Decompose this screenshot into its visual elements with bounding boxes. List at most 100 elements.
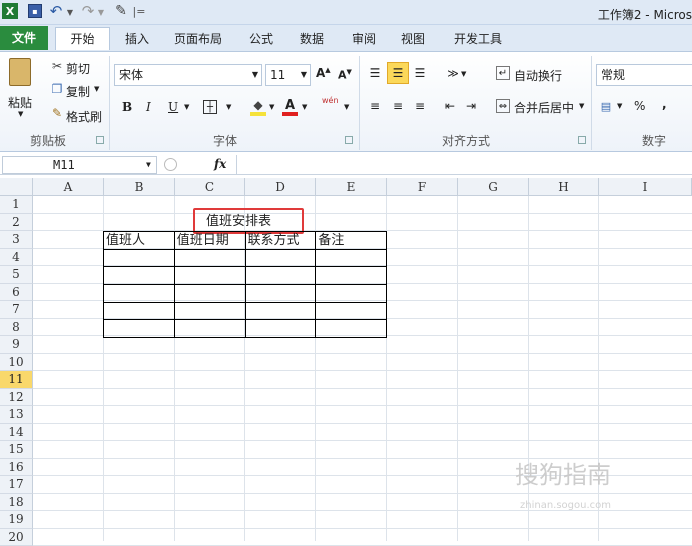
dropdown-arrow-icon[interactable]: ▼: [97, 4, 105, 20]
cancel-circle-icon[interactable]: [164, 158, 177, 171]
column-header-a[interactable]: A: [33, 178, 104, 196]
increase-font-icon[interactable]: A▲: [316, 66, 331, 80]
dropdown-arrow-icon[interactable]: ▼: [66, 4, 74, 20]
table-cell[interactable]: [245, 249, 316, 267]
column-header-g[interactable]: G: [458, 178, 529, 196]
tab-file[interactable]: 文件: [0, 26, 48, 50]
accounting-format-icon[interactable]: ▤: [598, 99, 614, 113]
tab-developer[interactable]: 开发工具: [446, 28, 510, 51]
table-cell[interactable]: [104, 249, 175, 267]
table-cell[interactable]: [245, 284, 316, 302]
underline-button[interactable]: U: [168, 100, 178, 114]
insert-function-icon[interactable]: fx: [214, 157, 226, 171]
merge-center-icon[interactable]: ⇔: [496, 99, 510, 113]
align-left-icon[interactable]: ≡: [368, 99, 382, 113]
header-cell[interactable]: 联系方式: [245, 232, 316, 250]
bold-button[interactable]: B: [122, 100, 132, 114]
row-header[interactable]: 5: [0, 266, 33, 284]
wrap-text-button[interactable]: 自动换行: [514, 67, 562, 84]
dropdown-arrow-icon[interactable]: ▼: [18, 110, 23, 118]
header-cell[interactable]: 值班人: [104, 232, 175, 250]
table-cell[interactable]: [104, 284, 175, 302]
column-header-c[interactable]: C: [175, 178, 245, 196]
dropdown-arrow-icon[interactable]: ▼: [269, 103, 274, 111]
column-header-b[interactable]: B: [104, 178, 175, 196]
borders-icon[interactable]: ┼: [203, 100, 217, 114]
row-header[interactable]: 19: [0, 511, 33, 529]
select-all-corner[interactable]: [0, 178, 33, 196]
dropdown-arrow-icon[interactable]: ▼: [579, 102, 584, 110]
cut-button[interactable]: 剪切: [66, 60, 90, 77]
wrap-text-icon[interactable]: ↵: [496, 66, 510, 80]
row-header[interactable]: 1: [0, 196, 33, 214]
table-cell[interactable]: [174, 284, 245, 302]
table-cell[interactable]: [316, 302, 387, 320]
paste-button[interactable]: 粘贴: [8, 94, 32, 111]
comma-button[interactable]: ,: [662, 97, 667, 111]
column-header-d[interactable]: D: [245, 178, 316, 196]
tab-formulas[interactable]: 公式: [241, 28, 281, 51]
font-size-select[interactable]: 11▼: [265, 64, 311, 86]
row-header[interactable]: 11: [0, 371, 33, 389]
row-header[interactable]: 13: [0, 406, 33, 424]
dropdown-arrow-icon[interactable]: ▼: [226, 103, 231, 111]
dropdown-arrow-icon[interactable]: ▼: [184, 103, 189, 111]
fill-color-icon[interactable]: ◆: [250, 98, 266, 116]
dropdown-arrow-icon[interactable]: ▼: [302, 103, 307, 111]
table-cell[interactable]: [316, 284, 387, 302]
format-painter-button[interactable]: 格式刷: [66, 108, 102, 125]
decrease-font-icon[interactable]: A▼: [338, 68, 352, 82]
tab-insert[interactable]: 插入: [117, 28, 157, 51]
table-cell[interactable]: [174, 249, 245, 267]
row-header[interactable]: 16: [0, 459, 33, 477]
tab-page-layout[interactable]: 页面布局: [166, 28, 230, 51]
copy-button[interactable]: 复制: [66, 83, 90, 100]
header-cell[interactable]: 值班日期: [174, 232, 245, 250]
merge-center-button[interactable]: 合并后居中: [514, 99, 574, 116]
column-header-e[interactable]: E: [316, 178, 387, 196]
dialog-launcher-icon[interactable]: [345, 136, 353, 144]
row-header[interactable]: 2: [0, 214, 33, 232]
row-header[interactable]: 18: [0, 494, 33, 512]
dropdown-arrow-icon[interactable]: ▼: [461, 70, 466, 78]
undo-icon[interactable]: ↶: [48, 2, 64, 20]
font-color-icon[interactable]: A: [282, 98, 298, 116]
italic-button[interactable]: I: [146, 100, 151, 114]
dialog-launcher-icon[interactable]: [96, 136, 104, 144]
row-header[interactable]: 6: [0, 284, 33, 302]
row-header[interactable]: 20: [0, 529, 33, 546]
row-header[interactable]: 14: [0, 424, 33, 442]
row-header[interactable]: 10: [0, 354, 33, 372]
table-cell[interactable]: [316, 267, 387, 285]
percent-button[interactable]: %: [634, 99, 645, 113]
table-cell[interactable]: [245, 320, 316, 338]
row-header[interactable]: 4: [0, 249, 33, 267]
orientation-icon[interactable]: ≫: [445, 66, 461, 80]
paste-icon[interactable]: [9, 58, 31, 86]
tab-data[interactable]: 数据: [292, 28, 332, 51]
number-format-select[interactable]: 常规: [596, 64, 692, 86]
increase-indent-icon[interactable]: ⇥: [464, 99, 478, 113]
chevron-down-icon[interactable]: ▼: [146, 157, 151, 173]
column-header-h[interactable]: H: [529, 178, 599, 196]
header-cell[interactable]: 备注: [316, 232, 387, 250]
phonetic-guide-button[interactable]: wén: [322, 96, 339, 105]
table-cell[interactable]: [245, 267, 316, 285]
dialog-launcher-icon[interactable]: [578, 136, 586, 144]
font-name-select[interactable]: 宋体▼: [114, 64, 262, 86]
table-cell[interactable]: [316, 249, 387, 267]
row-header[interactable]: 15: [0, 441, 33, 459]
row-header[interactable]: 8: [0, 319, 33, 337]
dropdown-arrow-icon[interactable]: ▼: [344, 103, 349, 111]
table-cell[interactable]: [245, 302, 316, 320]
row-header[interactable]: 3: [0, 231, 33, 249]
column-header-f[interactable]: F: [387, 178, 458, 196]
row-header[interactable]: 12: [0, 389, 33, 407]
row-header[interactable]: 17: [0, 476, 33, 494]
redo-icon[interactable]: ↷: [80, 2, 96, 20]
save-icon[interactable]: ▪: [28, 4, 42, 18]
align-center-icon[interactable]: ≡: [391, 99, 405, 113]
row-header[interactable]: 9: [0, 336, 33, 354]
align-bottom-icon[interactable]: ☰: [413, 66, 427, 80]
formula-input[interactable]: [236, 155, 692, 174]
